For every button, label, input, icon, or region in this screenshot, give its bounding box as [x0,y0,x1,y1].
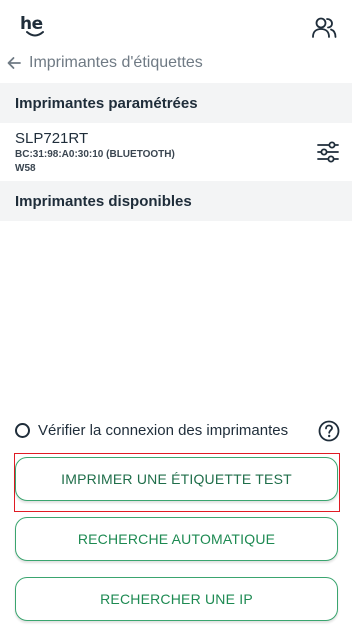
back-navigation[interactable]: Imprimantes d'étiquettes [0,50,352,80]
app-logo: he [20,14,50,40]
configured-printers-header: Imprimantes paramétrées [0,83,352,123]
check-connection-checkbox[interactable] [15,423,30,438]
printer-list-item[interactable]: SLP721RT BC:31:98:A0:30:10 (BLUETOOTH) W… [0,123,352,181]
printer-name: SLP721RT [15,130,89,147]
top-bar: he [0,0,352,50]
settings-sliders-icon[interactable] [316,140,340,164]
printer-model: W58 [15,163,36,174]
logo-smile-icon [26,31,44,37]
section-title: Imprimantes disponibles [15,193,192,210]
search-ip-button[interactable]: RECHERCHER UNE IP [15,577,338,621]
arrow-left-icon[interactable] [6,55,22,71]
page-title: Imprimantes d'étiquettes [29,54,203,71]
print-test-label-button[interactable]: IMPRIMER UNE ÉTIQUETTE TEST [15,457,338,501]
section-title: Imprimantes paramétrées [15,95,198,112]
help-icon[interactable] [318,420,340,442]
available-printers-header: Imprimantes disponibles [0,181,352,221]
check-connection-label[interactable]: Vérifier la connexion des imprimantes [38,422,288,439]
auto-search-button[interactable]: RECHERCHE AUTOMATIQUE [15,517,338,561]
printer-address: BC:31:98:A0:30:10 (BLUETOOTH) [15,149,175,160]
check-connection-row[interactable]: Vérifier la connexion des imprimantes [0,418,352,446]
users-icon[interactable] [311,16,337,40]
